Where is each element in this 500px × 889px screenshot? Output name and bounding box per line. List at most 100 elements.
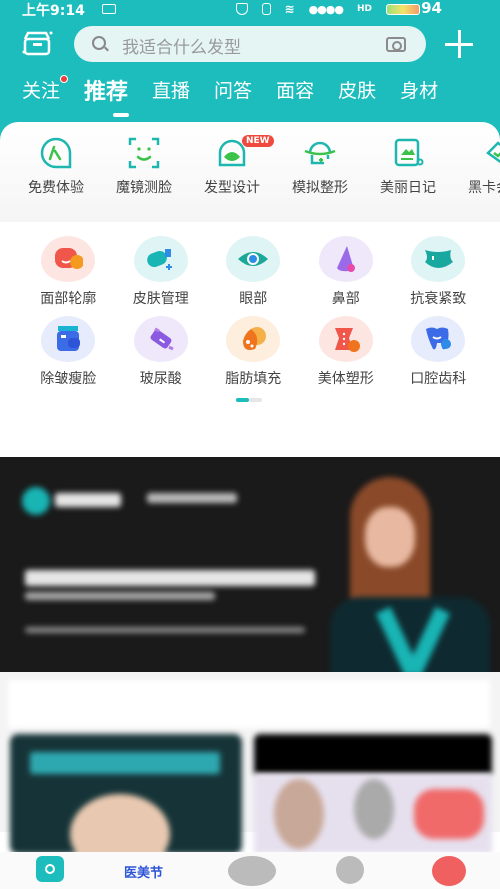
- plus-icon[interactable]: [445, 30, 473, 58]
- category-label: 美体塑形: [317, 371, 374, 387]
- category-nose[interactable]: 鼻部: [300, 236, 393, 308]
- skin-care-icon: [133, 236, 188, 282]
- festival-icon[interactable]: 医美节: [124, 862, 163, 881]
- category-hyaluronic[interactable]: 玻尿酸: [115, 316, 208, 388]
- tool-label: 发型设计: [204, 180, 260, 196]
- category-label: 口腔齿科: [410, 371, 467, 387]
- wifi-icon: ≋: [284, 2, 295, 16]
- blurred-text: [25, 570, 315, 586]
- hyaluronic-icon: [133, 316, 188, 362]
- page-dot: [249, 398, 262, 402]
- body-shape-icon: [318, 316, 373, 362]
- category-body-shape[interactable]: 美体塑形: [300, 316, 393, 388]
- feed-strip: [8, 680, 490, 728]
- category-grid: 面部轮廓 皮肤管理 眼部 鼻部 抗衰紧致 除皱瘦脸 玻尿酸 脂肪填充 美体塑形 …: [22, 236, 485, 388]
- active-tab-indicator: [113, 113, 129, 117]
- tools-row: 免费体验 魔镜测脸 NEW 发型设计 模拟整形 美丽日记 黑卡会员: [0, 135, 500, 197]
- page-dot-active: [236, 398, 249, 402]
- home-camera-icon[interactable]: [36, 856, 64, 882]
- nose-icon: [318, 236, 373, 282]
- tab-qa[interactable]: 问答: [214, 76, 252, 106]
- banner-model-image: [320, 467, 500, 672]
- simulate-surgery-icon: [304, 141, 336, 165]
- chat-icon[interactable]: [228, 856, 276, 886]
- status-icons: ≋ ●●●● HD: [235, 2, 420, 16]
- bottom-nav: 医美节: [0, 852, 500, 889]
- category-label: 除皱瘦脸: [40, 371, 97, 387]
- status-bar: 上午9:14 ≋ ●●●● HD 94: [0, 0, 500, 19]
- blurred-text: [25, 592, 215, 600]
- tool-free-trial[interactable]: 免费体验: [12, 135, 100, 197]
- tool-label: 模拟整形: [292, 180, 348, 196]
- tab-label: 关注: [22, 80, 61, 102]
- tool-diary[interactable]: 美丽日记: [364, 135, 452, 197]
- message-icon: [102, 4, 116, 14]
- tab-skin[interactable]: 皮肤: [338, 76, 376, 106]
- festival-label: 医美节: [124, 866, 164, 881]
- category-botox[interactable]: 除皱瘦脸: [22, 316, 115, 388]
- feed-area: [0, 672, 500, 874]
- banner-logo: [22, 487, 50, 515]
- tool-label: 魔镜测脸: [116, 180, 172, 196]
- tab-face[interactable]: 面容: [276, 76, 314, 106]
- gift-box-icon[interactable]: [22, 30, 54, 56]
- search-input[interactable]: 我适合什么发型: [74, 26, 426, 62]
- category-skin-care[interactable]: 皮肤管理: [115, 236, 208, 308]
- battery-icon: [386, 3, 420, 15]
- category-label: 面部轮廓: [40, 291, 97, 307]
- feed-card-models[interactable]: [254, 774, 492, 854]
- anti-aging-icon: [411, 236, 466, 282]
- black-card-icon: [486, 141, 500, 164]
- search-icon: [92, 36, 106, 50]
- botox-icon: [41, 316, 96, 362]
- battery-percent: 94: [421, 0, 442, 17]
- tab-body[interactable]: 身材: [400, 76, 438, 106]
- blurred-text: [30, 752, 220, 774]
- search-placeholder: 我适合什么发型: [122, 38, 241, 58]
- free-trial-icon: [40, 137, 72, 169]
- category-label: 眼部: [239, 291, 268, 307]
- tool-label: 免费体验: [28, 180, 84, 196]
- tool-hairstyle[interactable]: NEW 发型设计: [188, 135, 276, 197]
- notification-dot: [60, 75, 69, 83]
- category-dental[interactable]: 口腔齿科: [392, 316, 485, 388]
- tool-label: 黑卡会员: [468, 180, 500, 196]
- category-label: 脂肪填充: [225, 371, 282, 387]
- eye-icon: [226, 236, 281, 282]
- dental-icon: [411, 316, 466, 362]
- category-face-contour[interactable]: 面部轮廓: [22, 236, 115, 308]
- tool-simulate-surgery[interactable]: 模拟整形: [276, 135, 364, 197]
- promo-banner[interactable]: [0, 457, 500, 672]
- blurred-text: [147, 493, 237, 503]
- tool-face-scan[interactable]: 魔镜测脸: [100, 135, 188, 197]
- category-label: 玻尿酸: [139, 371, 182, 387]
- vibrate-icon: [261, 3, 271, 15]
- tab-recommend[interactable]: 推荐: [84, 74, 128, 106]
- category-label: 皮肤管理: [132, 291, 189, 307]
- bubble-icon[interactable]: [336, 856, 364, 884]
- feed-card-header[interactable]: [254, 734, 492, 774]
- category-fat-fill[interactable]: 脂肪填充: [207, 316, 300, 388]
- signal-icon: ●●●●: [308, 2, 344, 16]
- blurred-text: [25, 627, 305, 633]
- tool-black-card[interactable]: 黑卡会员: [452, 135, 500, 197]
- tab-follow[interactable]: 关注: [22, 75, 69, 106]
- page-indicator: [236, 398, 262, 402]
- face-contour-icon: [41, 236, 96, 282]
- hd-icon: HD: [356, 4, 372, 14]
- category-label: 鼻部: [331, 291, 360, 307]
- shield-icon: [235, 3, 248, 15]
- category-eye[interactable]: 眼部: [207, 236, 300, 308]
- category-anti-aging[interactable]: 抗衰紧致: [392, 236, 485, 308]
- category-tabs: 关注 推荐 直播 问答 面容 皮肤 身材: [22, 74, 438, 106]
- blurred-text: [55, 493, 121, 507]
- profile-avatar-icon[interactable]: [432, 856, 466, 886]
- tab-live[interactable]: 直播: [152, 76, 190, 106]
- new-badge: NEW: [242, 135, 274, 147]
- feed-card-ai-face[interactable]: [10, 734, 242, 874]
- status-time: 上午9:14: [22, 3, 85, 19]
- category-label: 抗衰紧致: [410, 291, 467, 307]
- camera-icon[interactable]: [386, 37, 406, 52]
- tool-label: 美丽日记: [380, 180, 436, 196]
- top-toolbar: 我适合什么发型: [0, 24, 500, 64]
